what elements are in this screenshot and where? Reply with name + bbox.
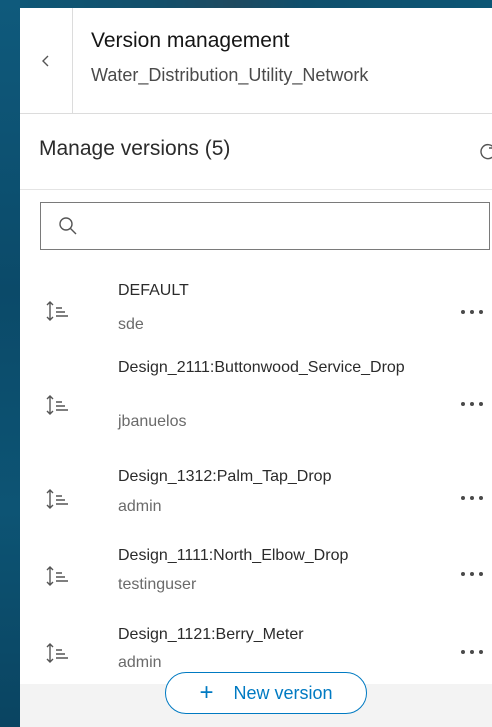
sort-order-icon: [46, 643, 68, 663]
new-version-label: New version: [233, 682, 333, 703]
panel-header: Version management Water_Distribution_Ut…: [20, 8, 492, 114]
sort-order-icon: [46, 566, 68, 586]
more-options-button[interactable]: [456, 564, 488, 584]
version-management-panel: Version management Water_Distribution_Ut…: [20, 8, 492, 727]
version-owner: admin: [118, 654, 162, 671]
more-options-button[interactable]: [456, 488, 488, 508]
refresh-icon[interactable]: [478, 141, 492, 161]
manage-versions-label: Manage versions (5): [39, 137, 231, 160]
more-options-button[interactable]: [456, 302, 488, 322]
more-dot-icon: [470, 572, 474, 576]
more-dot-icon: [479, 310, 483, 314]
version-item[interactable]: Design_2111:Buttonwood_Service_Drop jban…: [20, 348, 492, 443]
search-box[interactable]: [40, 202, 490, 250]
more-dot-icon: [470, 402, 474, 406]
version-item[interactable]: Design_1111:North_Elbow_Drop testinguser: [20, 532, 492, 602]
more-dot-icon: [461, 402, 465, 406]
map-background-top: [20, 0, 492, 8]
version-name: DEFAULT: [118, 282, 189, 299]
new-version-button[interactable]: + New version: [165, 672, 367, 714]
more-options-button[interactable]: [456, 394, 488, 414]
version-owner: jbanuelos: [118, 413, 187, 430]
more-dot-icon: [461, 650, 465, 654]
plus-icon: +: [199, 679, 214, 706]
version-item[interactable]: Design_1312:Palm_Tap_Drop admin: [20, 452, 492, 522]
more-options-button[interactable]: [456, 642, 488, 662]
search-input[interactable]: [89, 211, 483, 243]
more-dot-icon: [479, 496, 483, 500]
more-dot-icon: [470, 310, 474, 314]
more-dot-icon: [461, 310, 465, 314]
version-owner: sde: [118, 316, 144, 333]
map-background: [0, 0, 20, 727]
version-name: Design_1312:Palm_Tap_Drop: [118, 468, 332, 485]
version-owner: admin: [118, 498, 162, 515]
manage-versions-header: Manage versions (5): [20, 113, 492, 190]
more-dot-icon: [470, 496, 474, 500]
panel-subtitle: Water_Distribution_Utility_Network: [91, 65, 369, 85]
more-dot-icon: [461, 572, 465, 576]
version-name: Design_1121:Berry_Meter: [118, 626, 304, 643]
back-button[interactable]: [20, 8, 73, 113]
more-dot-icon: [470, 650, 474, 654]
sort-order-icon: [46, 489, 68, 509]
version-owner: testinguser: [118, 576, 197, 593]
more-dot-icon: [479, 402, 483, 406]
sort-order-icon: [46, 395, 68, 415]
more-dot-icon: [461, 496, 465, 500]
version-item[interactable]: DEFAULT sde: [20, 270, 492, 340]
search-icon: [59, 217, 77, 235]
more-dot-icon: [479, 650, 483, 654]
panel-title: Version management: [91, 29, 290, 52]
sort-order-icon: [46, 301, 68, 321]
chevron-left-icon: [42, 55, 49, 66]
more-dot-icon: [479, 572, 483, 576]
version-name: Design_2111:Buttonwood_Service_Drop: [118, 359, 405, 376]
version-name: Design_1111:North_Elbow_Drop: [118, 547, 349, 564]
